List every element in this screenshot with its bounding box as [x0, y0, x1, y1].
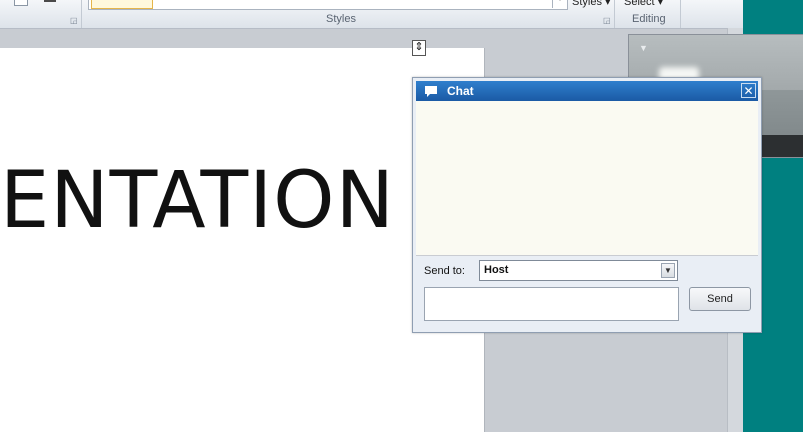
chat-title-bar[interactable]: Chat ✕ — [416, 81, 758, 101]
send-to-label: Send to: — [424, 265, 465, 277]
chat-history[interactable] — [416, 101, 758, 256]
ribbon-line-icon[interactable] — [44, 0, 56, 2]
message-input[interactable] — [424, 287, 679, 321]
ribbon-separator — [614, 0, 615, 28]
chat-window: Chat ✕ Send to: Host ▼ Send — [412, 77, 762, 333]
video-menu-arrow-icon[interactable]: ▼ — [639, 43, 648, 53]
split-cursor-icon[interactable]: ⇕ — [412, 40, 426, 56]
ribbon-separator — [680, 0, 681, 28]
selected-style-thumbnail[interactable] — [91, 0, 153, 9]
recipient-value: Host — [484, 264, 509, 276]
dialog-launcher-icon[interactable]: ◲ — [70, 16, 78, 25]
chat-title: Chat — [447, 84, 474, 98]
recipient-select[interactable]: Host ▼ — [479, 260, 678, 281]
styles-dialog-launcher-icon[interactable]: ◲ — [603, 16, 611, 25]
chat-bubble-icon — [425, 86, 437, 97]
close-icon[interactable]: ✕ — [741, 83, 756, 98]
styles-gallery[interactable] — [88, 0, 568, 10]
document-heading: ENTATION — [0, 156, 395, 246]
select-button[interactable]: Select ▾ — [624, 0, 663, 8]
change-styles-button[interactable]: Styles ▾ — [572, 0, 611, 8]
ribbon-checkbox-icon[interactable] — [14, 0, 28, 6]
video-dark-region — [757, 135, 803, 157]
gallery-more-icon[interactable]: ▾ — [552, 0, 567, 8]
send-button[interactable]: Send — [689, 287, 751, 311]
editing-group-label: Editing — [632, 13, 666, 25]
ribbon: ◲ ▾ Styles ▾ Styles ◲ Select ▾ Editing — [0, 0, 743, 29]
chevron-down-icon[interactable]: ▼ — [661, 263, 675, 278]
ribbon-separator — [81, 0, 82, 28]
styles-group-label: Styles — [326, 13, 356, 25]
